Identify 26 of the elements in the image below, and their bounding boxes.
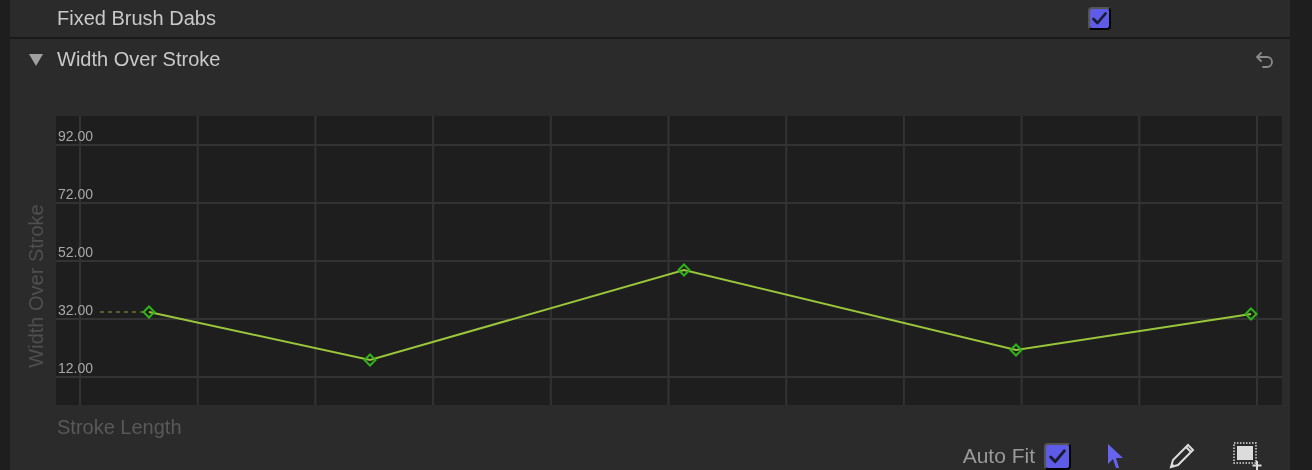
y-tick-label: 92.00 <box>58 128 94 144</box>
fixed-brush-dabs-checkbox[interactable] <box>1088 7 1111 31</box>
marquee-tool[interactable] <box>1233 442 1262 470</box>
y-tick-label: 72.00 <box>58 186 94 202</box>
section-title: Width Over Stroke <box>57 48 222 72</box>
checkmark-icon <box>1049 448 1066 464</box>
auto-fit-label: Auto Fit <box>962 444 1035 468</box>
disclosure-triangle-icon[interactable] <box>29 52 43 67</box>
pencil-tool[interactable] <box>1169 442 1195 470</box>
y-tick-label: 32.00 <box>58 302 94 318</box>
control-point[interactable] <box>363 353 377 367</box>
pencil-icon <box>1169 443 1195 469</box>
auto-fit-checkbox[interactable] <box>1044 442 1071 470</box>
dashed-guide-line <box>99 311 144 313</box>
undo-icon[interactable] <box>1255 49 1275 70</box>
control-point[interactable] <box>1009 343 1023 357</box>
checkmark-icon <box>1092 12 1107 26</box>
control-point[interactable] <box>142 305 156 319</box>
option-label: Fixed Brush Dabs <box>57 7 217 31</box>
control-point[interactable] <box>677 263 691 277</box>
control-point[interactable] <box>1244 307 1258 321</box>
arrow-tool[interactable] <box>1106 442 1124 470</box>
marquee-select-icon <box>1233 442 1262 470</box>
y-tick-label: 12.00 <box>58 360 94 376</box>
pointer-icon <box>1106 443 1124 469</box>
y-tick-label: 52.00 <box>58 244 94 260</box>
